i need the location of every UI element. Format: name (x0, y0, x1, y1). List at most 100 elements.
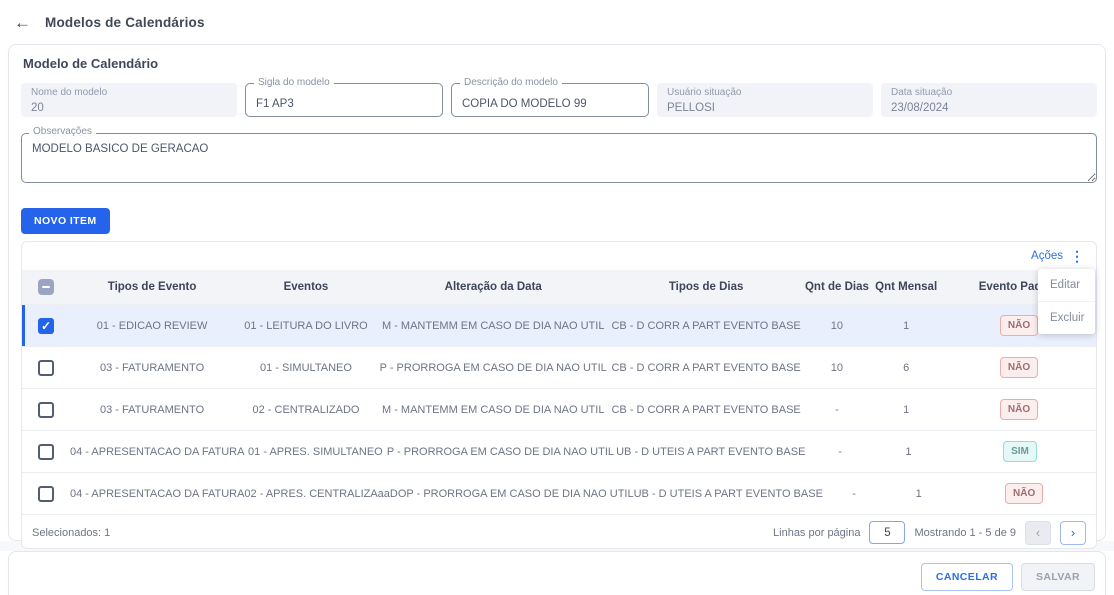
selected-count: Selecionados: 1 (32, 527, 110, 539)
cell-5: 10 (804, 320, 871, 332)
cell-6: 6 (870, 362, 942, 374)
cell-2: 01 - SIMULTANEO (234, 362, 378, 374)
cell-2: 02 - CENTRALIZADO (234, 404, 378, 416)
row-checkbox-cell (22, 444, 70, 460)
field-sigla-do-modelo: Sigla do modelo (245, 83, 443, 117)
table-footer: Selecionados: 1 Linhas por página Mostra… (22, 514, 1096, 550)
table-row[interactable]: 03 - FATURAMENTO02 - CENTRALIZADOM - MAN… (22, 388, 1096, 430)
cell-1: 04 - APRESENTACAO DA FATURA (70, 488, 244, 500)
field-value: 20 (31, 102, 44, 114)
cell-3: P - PRORROGA EM CASO DE DIA NAO UTIL (378, 362, 609, 374)
field-descricao-do-modelo: Descrição do modelo (451, 83, 649, 117)
cell-5: - (804, 404, 871, 416)
app-header: ← Modelos de Calendários (0, 0, 1114, 44)
cell-4: UB - D UTEIS A PART EVENTO BASE (634, 488, 823, 500)
kebab-menu-icon[interactable]: ⋮ (1070, 249, 1084, 263)
cell-3: P - PRORROGA EM CASO DE DIA NAO UTIL (406, 488, 633, 500)
pagination: Linhas por página Mostrando 1 - 5 de 9 ‹… (773, 521, 1086, 545)
field-observacoes: Observações MODELO BASICO DE GERACAO (21, 133, 1097, 188)
cell-3: M - MANTEMM EM CASO DE DIA NAO UTIL (378, 320, 609, 332)
cell-1: 01 - EDICAO REVIEW (70, 320, 234, 332)
descricao-input[interactable] (452, 84, 648, 116)
field-label: Nome do modelo (31, 87, 227, 98)
cell-3: M - MANTEMM EM CASO DE DIA NAO UTIL (378, 404, 609, 416)
row-checkbox[interactable] (38, 360, 54, 376)
cell-1: 04 - APRESENTACAO DA FATURA (70, 446, 244, 458)
model-card: Modelo de Calendário Nome do modelo 20 S… (8, 44, 1106, 541)
field-data-situacao: Data situação 23/08/2024 (881, 83, 1097, 117)
badge-cell: NÃO (952, 483, 1096, 504)
cell-5: - (807, 446, 873, 458)
row-checkbox[interactable] (38, 402, 54, 418)
form-fields-row: Nome do modelo 20 Sigla do modelo Descri… (21, 83, 1097, 117)
table-header-row: Tipos de EventoEventosAlteração da DataT… (22, 270, 1096, 304)
table-body: 01 - EDICAO REVIEW01 - LEITURA DO LIVROM… (22, 304, 1096, 514)
evento-padrao-badge: NÃO (1000, 357, 1038, 378)
cell-6: 1 (885, 488, 952, 500)
field-label: Sigla do modelo (254, 78, 334, 88)
field-label: Usuário situação (667, 87, 863, 98)
cell-5: - (823, 488, 885, 500)
items-table-card: Ações ⋮ EditarExcluir Tipos de EventoEve… (21, 241, 1097, 549)
observacoes-textarea[interactable]: MODELO BASICO DE GERACAO (21, 133, 1097, 183)
rows-per-page-input[interactable] (869, 521, 905, 544)
menu-item-editar[interactable]: Editar (1038, 269, 1095, 301)
evento-padrao-badge: NÃO (1000, 399, 1038, 420)
row-checkbox[interactable] (38, 486, 54, 502)
next-page-button[interactable]: › (1060, 521, 1086, 545)
table-row[interactable]: 04 - APRESENTACAO DA FATURA02 - APRES. C… (22, 472, 1096, 514)
cell-6: 1 (873, 446, 944, 458)
cell-5: 10 (804, 362, 871, 374)
select-all-cell (22, 279, 70, 295)
table-row[interactable]: 04 - APRESENTACAO DA FATURA01 - APRES. S… (22, 430, 1096, 472)
cell-1: 03 - FATURAMENTO (70, 362, 234, 374)
row-checkbox-cell (22, 318, 70, 334)
badge-cell: NÃO (942, 399, 1096, 420)
showing-range-label: Mostrando 1 - 5 de 9 (914, 527, 1016, 539)
sigla-input[interactable] (246, 84, 442, 116)
column-header-4: Tipos de Dias (609, 281, 804, 293)
cancel-button[interactable]: CANCELAR (921, 563, 1013, 591)
cell-1: 03 - FATURAMENTO (70, 404, 234, 416)
field-label: Observações (29, 127, 96, 137)
badge-cell: SIM (944, 441, 1096, 462)
badge-cell: NÃO (942, 357, 1096, 378)
field-label: Data situação (891, 87, 1087, 98)
table-toolbar: Ações ⋮ (22, 242, 1096, 270)
table-row[interactable]: 03 - FATURAMENTO01 - SIMULTANEOP - PRORR… (22, 346, 1096, 388)
field-value: PELLOSI (667, 102, 715, 114)
rows-per-page-label: Linhas por página (773, 527, 860, 539)
cell-4: CB - D CORR A PART EVENTO BASE (609, 404, 804, 416)
cell-4: UB - D UTEIS A PART EVENTO BASE (614, 446, 807, 458)
table-row[interactable]: 01 - EDICAO REVIEW01 - LEITURA DO LIVROM… (22, 304, 1096, 346)
cell-6: 1 (870, 404, 942, 416)
row-checkbox-cell (22, 486, 70, 502)
row-checkbox[interactable] (38, 318, 54, 334)
cell-2: 02 - APRES. CENTRALIZAaaDO (244, 488, 406, 500)
evento-padrao-badge: NÃO (1005, 483, 1043, 504)
cell-4: CB - D CORR A PART EVENTO BASE (609, 362, 804, 374)
evento-padrao-badge: NÃO (1000, 315, 1038, 336)
column-header-1: Tipos de Evento (70, 281, 234, 293)
row-checkbox[interactable] (38, 444, 54, 460)
row-checkbox-cell (22, 402, 70, 418)
column-header-5: Qnt de Dias (804, 281, 871, 293)
column-header-6: Qnt Mensal (870, 281, 942, 293)
actions-menu-label[interactable]: Ações (1031, 250, 1063, 262)
row-checkbox-cell (22, 360, 70, 376)
field-value: 23/08/2024 (891, 102, 949, 114)
evento-padrao-badge: SIM (1003, 441, 1037, 462)
cell-2: 01 - APRES. SIMULTANEO (244, 446, 386, 458)
prev-page-button[interactable]: ‹ (1025, 521, 1051, 545)
cell-4: CB - D CORR A PART EVENTO BASE (609, 320, 804, 332)
save-button[interactable]: SALVAR (1021, 563, 1095, 591)
novo-item-button[interactable]: NOVO ITEM (21, 208, 110, 234)
footer-action-bar: CANCELAR SALVAR (8, 551, 1106, 595)
column-header-2: Eventos (234, 281, 378, 293)
back-arrow-icon[interactable]: ← (14, 14, 31, 31)
column-header-3: Alteração da Data (378, 281, 609, 293)
select-all-checkbox[interactable] (38, 279, 54, 295)
cell-2: 01 - LEITURA DO LIVRO (234, 320, 378, 332)
menu-item-excluir[interactable]: Excluir (1038, 301, 1095, 334)
cell-3: P - PRORROGA EM CASO DE DIA NAO UTIL (386, 446, 614, 458)
